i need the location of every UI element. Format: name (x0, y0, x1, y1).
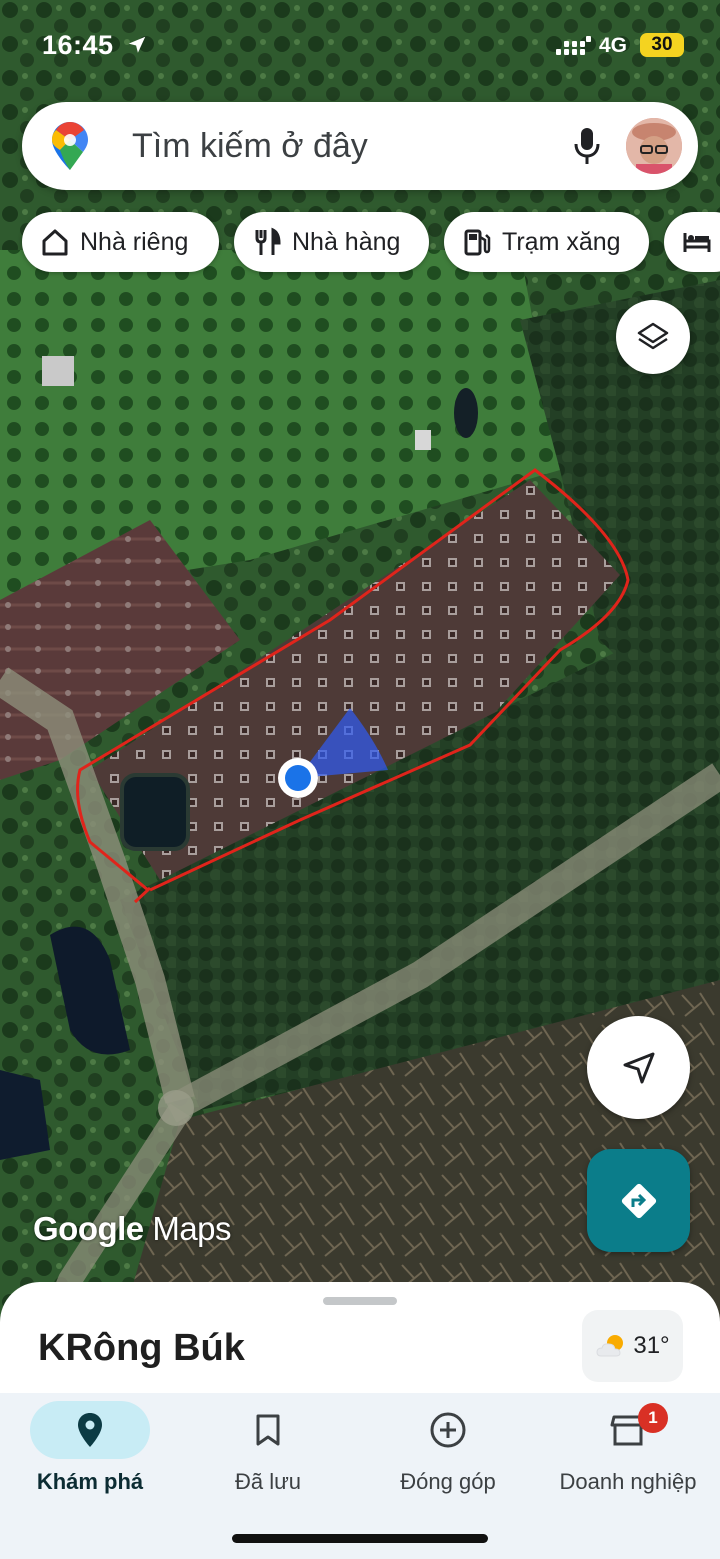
my-location-button[interactable] (587, 1016, 690, 1119)
google-maps-pin-icon (52, 122, 88, 170)
layers-button[interactable] (616, 300, 690, 374)
home-icon (42, 229, 68, 256)
chip-gas-station-label: Trạm xăng (502, 227, 621, 256)
weather-chip[interactable]: 31° (582, 1310, 683, 1382)
temperature: 31° (633, 1332, 670, 1359)
chip-restaurant[interactable]: Nhà hàng (234, 212, 429, 272)
chip-home-label: Nhà riêng (80, 227, 189, 256)
chip-gas-station[interactable]: Trạm xăng (444, 212, 649, 272)
location-arrow-icon (128, 36, 146, 53)
add-circle-icon (430, 1412, 466, 1448)
partly-sunny-icon (596, 1335, 624, 1357)
watermark-brand: Google (33, 1210, 144, 1247)
nav-business-label: Doanh nghiệp (559, 1469, 697, 1494)
nav-contribute-icon-wrap (388, 1401, 508, 1459)
nav-explore-highlight (30, 1401, 150, 1459)
google-maps-watermark: Google Maps (33, 1210, 232, 1248)
watermark-product: Maps (152, 1210, 232, 1247)
directions-icon (621, 1183, 656, 1218)
explore-pin-icon (78, 1413, 102, 1447)
directions-button[interactable] (587, 1149, 690, 1252)
nav-explore-label: Khám phá (36, 1469, 144, 1494)
nav-business-icon-wrap (568, 1401, 688, 1459)
chip-home[interactable]: Nhà riêng (22, 212, 219, 272)
nav-business[interactable]: 1 Doanh nghiệp (538, 1393, 718, 1513)
hotel-icon (683, 233, 711, 252)
home-indicator (232, 1534, 488, 1543)
notification-badge: 1 (638, 1403, 668, 1433)
network-type: 4G (599, 34, 628, 57)
navigation-arrow-icon (623, 1052, 654, 1083)
category-chips: Nhà riêng Nhà hàng Trạm xăng (22, 212, 720, 272)
nav-saved[interactable]: Đã lưu (178, 1393, 358, 1513)
avatar[interactable] (626, 118, 682, 174)
nav-saved-label: Đã lưu (234, 1469, 302, 1494)
chip-restaurant-label: Nhà hàng (292, 227, 401, 256)
mic-icon[interactable] (572, 126, 602, 166)
bookmark-icon (256, 1414, 280, 1446)
nav-contribute[interactable]: Đóng góp (358, 1393, 538, 1513)
nav-contribute-label: Đóng góp (400, 1469, 496, 1494)
battery-indicator: 30 (640, 33, 684, 57)
place-name: KRông Búk (38, 1327, 245, 1369)
chip-hotel[interactable] (664, 212, 720, 272)
restaurant-icon (255, 227, 281, 255)
status-bar: 16:45 4G 30 (0, 0, 720, 90)
search-placeholder[interactable]: Tìm kiếm ở đây (132, 127, 368, 166)
nav-saved-icon-wrap (208, 1401, 328, 1459)
signal-icon (556, 36, 591, 55)
sheet-drag-handle[interactable] (323, 1297, 397, 1305)
status-time: 16:45 (42, 30, 114, 60)
layers-icon (637, 322, 669, 350)
gas-station-icon (464, 229, 491, 256)
search-bar[interactable]: Tìm kiếm ở đây (22, 102, 698, 190)
nav-explore[interactable]: Khám phá (0, 1393, 180, 1513)
